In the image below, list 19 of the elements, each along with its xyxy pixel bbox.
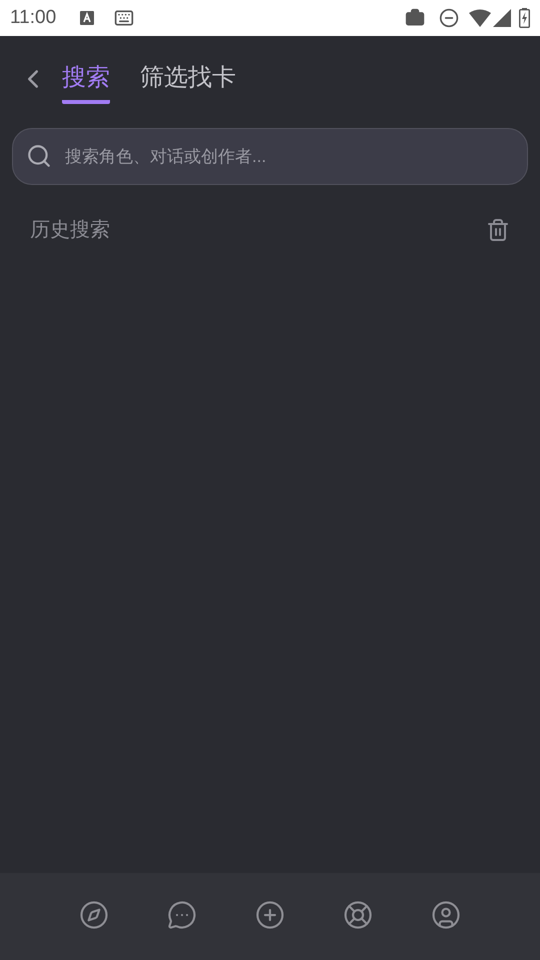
lifebuoy-nav-button[interactable] xyxy=(343,900,373,930)
plus-nav-button[interactable] xyxy=(255,900,285,930)
tab[interactable]: 筛选找卡 xyxy=(140,54,236,104)
briefcase-icon xyxy=(405,8,425,28)
status-time: 11:00 xyxy=(10,6,56,30)
search-icon xyxy=(26,143,52,169)
chat-nav-button[interactable] xyxy=(167,900,197,930)
signal-icon xyxy=(493,9,511,27)
text-input-icon xyxy=(80,11,94,25)
tab[interactable]: 搜索 xyxy=(62,54,110,104)
do-not-disturb-icon xyxy=(439,8,459,28)
search-field[interactable]: 搜索角色、对话或创作者... xyxy=(12,128,528,185)
compass-nav-button[interactable] xyxy=(79,900,109,930)
wifi-icon xyxy=(469,9,491,27)
keyboard-icon xyxy=(114,8,134,28)
battery-charging-icon xyxy=(519,8,530,28)
delete-button[interactable] xyxy=(486,218,510,242)
profile-nav-button[interactable] xyxy=(431,900,461,930)
history-title: 历史搜索 xyxy=(30,218,110,243)
